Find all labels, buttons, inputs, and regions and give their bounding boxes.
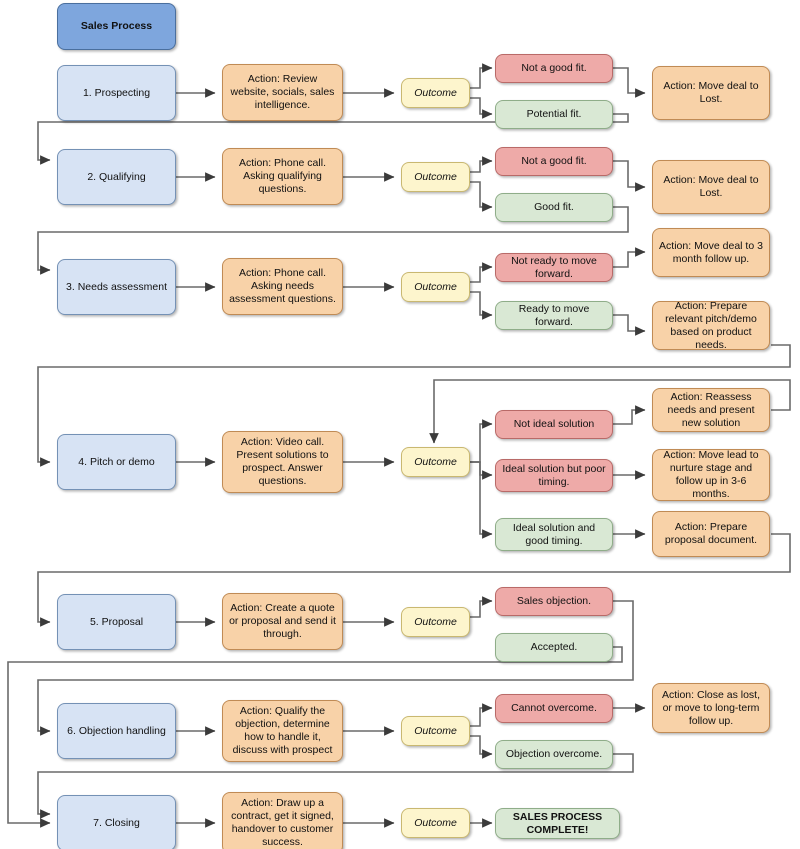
- result-4-nurture[interactable]: Action: Move lead to nurture stage and f…: [652, 449, 770, 501]
- result-1-negative[interactable]: Action: Move deal to Lost.: [652, 66, 770, 120]
- branch-3-negative[interactable]: Not ready to move forward.: [495, 253, 613, 282]
- outcome-2[interactable]: Outcome: [401, 162, 470, 192]
- branch-label: Ready to move forward.: [518, 302, 590, 328]
- outcome-label: Outcome: [414, 724, 457, 737]
- outcome-label: Outcome: [414, 816, 457, 829]
- branch-5-negative[interactable]: Sales objection.: [495, 587, 613, 616]
- action-label: Action: Create a quote or proposal and s…: [229, 602, 336, 640]
- outcome-4[interactable]: Outcome: [401, 447, 470, 477]
- outcome-6[interactable]: Outcome: [401, 716, 470, 746]
- result-2-negative[interactable]: Action: Move deal to Lost.: [652, 160, 770, 214]
- outcome-5[interactable]: Outcome: [401, 607, 470, 637]
- result-label: Action: Move deal to 3 month follow up.: [659, 239, 763, 265]
- stage-3-needs-assessment[interactable]: 3. Needs assessment: [57, 259, 176, 315]
- branch-1-negative[interactable]: Not a good fit.: [495, 54, 613, 83]
- result-label: Action: Move lead to nurture stage and f…: [663, 449, 759, 500]
- action-5[interactable]: Action: Create a quote or proposal and s…: [222, 593, 343, 650]
- result-label: Action: Prepare proposal document.: [664, 521, 758, 546]
- stage-label: 3. Needs assessment: [66, 280, 167, 293]
- branch-label: Not a good fit.: [521, 155, 587, 167]
- result-label: Action: Prepare relevant pitch/demo base…: [665, 301, 757, 350]
- result-label: Action: Reassess needs and present new s…: [667, 390, 755, 429]
- action-label: Action: Qualify the objection, determine…: [232, 705, 333, 756]
- action-2[interactable]: Action: Phone call. Asking qualifying qu…: [222, 148, 343, 205]
- branch-label: Objection overcome.: [505, 748, 603, 760]
- stage-label: 4. Pitch or demo: [78, 455, 155, 468]
- stage-label: 2. Qualifying: [87, 170, 146, 183]
- outcome-7[interactable]: Outcome: [401, 808, 470, 838]
- action-1[interactable]: Action: Review website, socials, sales i…: [222, 64, 343, 121]
- branch-label: Potential fit.: [526, 108, 582, 120]
- branch-label: Not a good fit.: [521, 62, 587, 74]
- outcome-1[interactable]: Outcome: [401, 78, 470, 108]
- branch-4-poor-timing[interactable]: Ideal solution but poor timing.: [495, 459, 613, 492]
- result-4-proposal[interactable]: Action: Prepare proposal document.: [652, 511, 770, 557]
- branch-label: Ideal solution and good timing.: [512, 521, 596, 547]
- action-label: Action: Phone call. Asking qualifying qu…: [239, 157, 326, 195]
- branch-label: Not ready to move forward.: [511, 254, 597, 280]
- branch-6-positive[interactable]: Objection overcome.: [495, 740, 613, 769]
- diagram-title: Sales Process: [57, 3, 176, 50]
- outcome-label: Outcome: [414, 615, 457, 628]
- branch-4-ideal-good-timing[interactable]: Ideal solution and good timing.: [495, 518, 613, 551]
- branch-4-not-ideal[interactable]: Not ideal solution: [495, 410, 613, 439]
- stage-1-prospecting[interactable]: 1. Prospecting: [57, 65, 176, 121]
- result-label: Action: Close as lost, or move to long-t…: [661, 688, 761, 727]
- stage-label: 5. Proposal: [89, 615, 144, 628]
- branch-2-positive[interactable]: Good fit.: [495, 193, 613, 222]
- action-6[interactable]: Action: Qualify the objection, determine…: [222, 700, 343, 762]
- branch-label: Cannot overcome.: [511, 702, 597, 714]
- result-3-negative[interactable]: Action: Move deal to 3 month follow up.: [652, 228, 770, 277]
- branch-label: Accepted.: [530, 641, 578, 653]
- action-label: Action: Review website, socials, sales i…: [230, 73, 335, 111]
- outcome-label: Outcome: [414, 280, 457, 293]
- branch-2-negative[interactable]: Not a good fit.: [495, 147, 613, 176]
- sales-process-flowchart: Sales Process 1. Prospecting Action: Rev…: [0, 0, 800, 849]
- stage-5-proposal[interactable]: 5. Proposal: [57, 594, 176, 650]
- branch-5-positive[interactable]: Accepted.: [495, 633, 613, 662]
- stage-label: 1. Prospecting: [82, 86, 151, 99]
- branch-label: Sales objection.: [516, 595, 592, 607]
- outcome-label: Outcome: [414, 455, 457, 468]
- branch-6-negative[interactable]: Cannot overcome.: [495, 694, 613, 723]
- branch-label: Ideal solution but poor timing.: [502, 462, 606, 488]
- stage-6-objection-handling[interactable]: 6. Objection handling: [57, 703, 176, 759]
- diagram-title-text: Sales Process: [80, 20, 153, 32]
- action-label: Action: Phone call. Asking needs assessm…: [229, 267, 336, 305]
- action-4[interactable]: Action: Video call. Present solutions to…: [222, 431, 343, 493]
- stage-7-closing[interactable]: 7. Closing: [57, 795, 176, 849]
- result-3-positive[interactable]: Action: Prepare relevant pitch/demo base…: [652, 301, 770, 350]
- action-3[interactable]: Action: Phone call. Asking needs assessm…: [222, 258, 343, 315]
- branch-label: Not ideal solution: [513, 418, 595, 430]
- result-label: Action: Move deal to Lost.: [663, 80, 759, 105]
- action-label: Action: Draw up a contract, get it signe…: [231, 797, 334, 848]
- complete-label: SALES PROCESS COMPLETE!: [512, 810, 603, 836]
- result-4-reassess[interactable]: Action: Reassess needs and present new s…: [652, 388, 770, 432]
- action-7[interactable]: Action: Draw up a contract, get it signe…: [222, 792, 343, 849]
- outcome-label: Outcome: [414, 170, 457, 183]
- outcome-3[interactable]: Outcome: [401, 272, 470, 302]
- stage-label: 7. Closing: [93, 816, 140, 829]
- stage-4-pitch-or-demo[interactable]: 4. Pitch or demo: [57, 434, 176, 490]
- result-6-negative[interactable]: Action: Close as lost, or move to long-t…: [652, 683, 770, 733]
- action-label: Action: Video call. Present solutions to…: [236, 436, 329, 487]
- branch-label: Good fit.: [534, 201, 574, 213]
- stage-label: 6. Objection handling: [67, 724, 166, 737]
- stage-2-qualifying[interactable]: 2. Qualifying: [57, 149, 176, 205]
- outcome-label: Outcome: [414, 86, 457, 99]
- branch-1-positive[interactable]: Potential fit.: [495, 100, 613, 129]
- branch-3-positive[interactable]: Ready to move forward.: [495, 301, 613, 330]
- sales-process-complete[interactable]: SALES PROCESS COMPLETE!: [495, 808, 620, 839]
- result-label: Action: Move deal to Lost.: [663, 174, 759, 199]
